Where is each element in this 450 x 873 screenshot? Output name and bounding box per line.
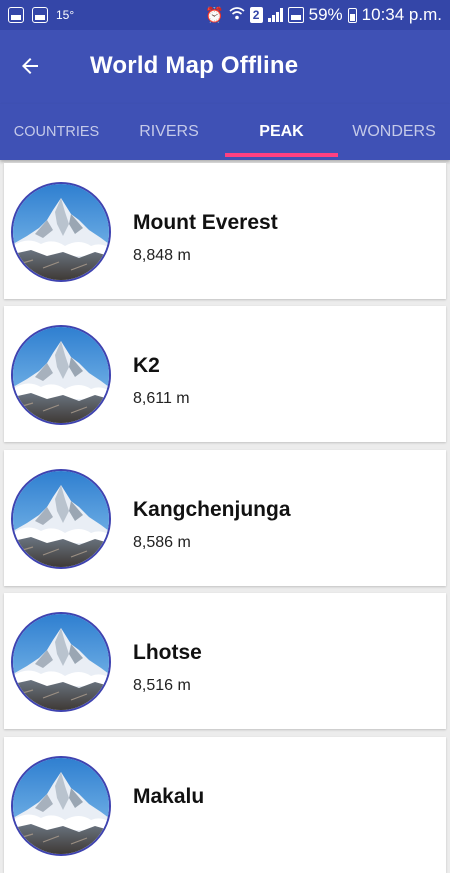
peak-name: Kangchenjunga [133,498,291,521]
app-bar: World Map Offline [0,30,450,104]
list-item[interactable]: Mount Everest 8,848 m [4,163,446,299]
peak-thumbnail [11,612,111,712]
peak-height: 8,848 m [133,247,191,264]
tab-rivers[interactable]: RIVERS [113,104,225,160]
battery-icon [347,7,357,23]
list-item[interactable]: K2 8,611 m [4,306,446,442]
tab-bar: COUNTRIES RIVERS PEAK WONDERS [0,104,450,160]
peak-name: Makalu [133,785,205,808]
sim-slot-badge: 2 [249,7,263,23]
tab-countries[interactable]: COUNTRIES [0,104,113,160]
signal-icon [267,8,283,22]
battery-percent: 59% [308,5,343,24]
active-tab-indicator [225,153,338,157]
wifi-icon [229,6,245,24]
list-item[interactable]: Lhotse 8,516 m [4,593,446,729]
signal-2-icon [287,7,304,23]
mountain-image [13,327,109,423]
list-item[interactable]: Makalu [4,737,446,873]
peak-name: Lhotse [133,641,202,664]
mountain-image [13,614,109,710]
peak-name: Mount Everest [133,211,278,234]
mountain-image [13,471,109,567]
clock: 10:34 p.m. [361,5,442,24]
tab-peak[interactable]: PEAK [225,104,338,160]
peak-thumbnail [11,325,111,425]
list-item[interactable]: Kangchenjunga 8,586 m [4,450,446,586]
peak-height: 8,611 m [133,390,190,407]
peak-height: 8,516 m [133,677,191,694]
mountain-image [13,184,109,280]
gallery-icon [8,7,24,23]
peak-thumbnail [11,756,111,856]
temperature: 15° [56,8,75,22]
image-icon [32,7,48,23]
mountain-image [13,758,109,854]
arrow-left-icon [22,58,38,74]
back-button[interactable] [14,50,46,82]
alarm-icon: ⏰ [204,6,224,24]
peak-height: 8,586 m [133,534,191,551]
page-title: World Map Offline [90,52,299,79]
peak-thumbnail [11,469,111,569]
tab-wonders[interactable]: WONDERS [338,104,450,160]
peak-thumbnail [11,182,111,282]
status-bar: 15° ⏰ 2 59% 10:34 p.m. [0,0,450,30]
peak-name: K2 [133,354,160,377]
